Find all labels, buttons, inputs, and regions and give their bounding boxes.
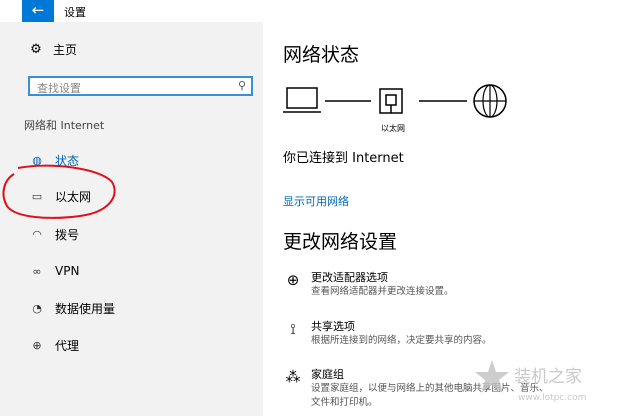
network-diagram [283,84,507,118]
sidebar-item-label: 数据使用量 [55,301,116,316]
homegroup-icon: ⁂ [285,368,301,386]
option-adapter[interactable]: ⊕ 更改适配器选项 查看网络适配器并更改连接设置。 [283,271,454,299]
search-placeholder: 查找设置 [37,82,81,95]
vpn-icon: ∞ [32,264,42,278]
back-button[interactable]: ← [22,0,54,22]
option-title: 更改适配器选项 [311,271,388,284]
watermark-logo: 装机之家 www.lotpc.com [475,360,586,403]
connection-status: 你已连接到 Internet [283,151,404,166]
back-arrow-icon: ← [31,1,45,19]
search-icon[interactable]: ⚲ [238,79,246,92]
watermark-url: www.lotpc.com [518,393,586,403]
gear-icon: ⚙ [30,41,42,57]
sharing-icon: ⟟ [290,320,296,338]
data-usage-icon: ◔ [32,301,42,315]
option-sharing[interactable]: ⟟ 共享选项 根据所连接到的网络，决定要共享的内容。 [283,320,492,348]
sidebar-item-proxy[interactable]: ⊕ 代理 [30,335,79,355]
section-title: 网络和 Internet [24,119,105,132]
title-bar: ← 设置 [0,0,640,22]
page-title: 网络状态 [283,44,360,66]
home-label: 主页 [53,42,78,57]
search-input[interactable]: 查找设置 ⚲ [28,76,253,96]
option-title: 共享选项 [311,320,355,333]
internet-globe-icon [473,84,507,118]
sidebar-item-data-usage[interactable]: ◔ 数据使用量 [30,298,115,318]
adapter-label: 以太网 [381,124,405,133]
watermark-text: 装机之家 [514,367,582,387]
option-desc: 查看网络适配器并更改连接设置。 [311,286,454,297]
sidebar-item-label: VPN [55,264,80,278]
sidebar-item-vpn[interactable]: ∞ VPN [30,261,79,281]
home-button[interactable]: ⚙ 主页 [22,34,77,64]
change-settings-title: 更改网络设置 [283,231,398,253]
app-title: 设置 [64,6,86,19]
ethernet-port-icon [379,88,403,114]
computer-icon [283,87,321,113]
option-desc: 根据所连接到的网络，决定要共享的内容。 [311,335,492,346]
proxy-icon: ⊕ [32,338,42,352]
sidebar-item-label: 代理 [55,338,80,353]
annotation-circle [2,164,116,219]
show-networks-link[interactable]: 显示可用网络 [283,193,349,209]
adapter-icon: ⊕ [286,271,300,289]
